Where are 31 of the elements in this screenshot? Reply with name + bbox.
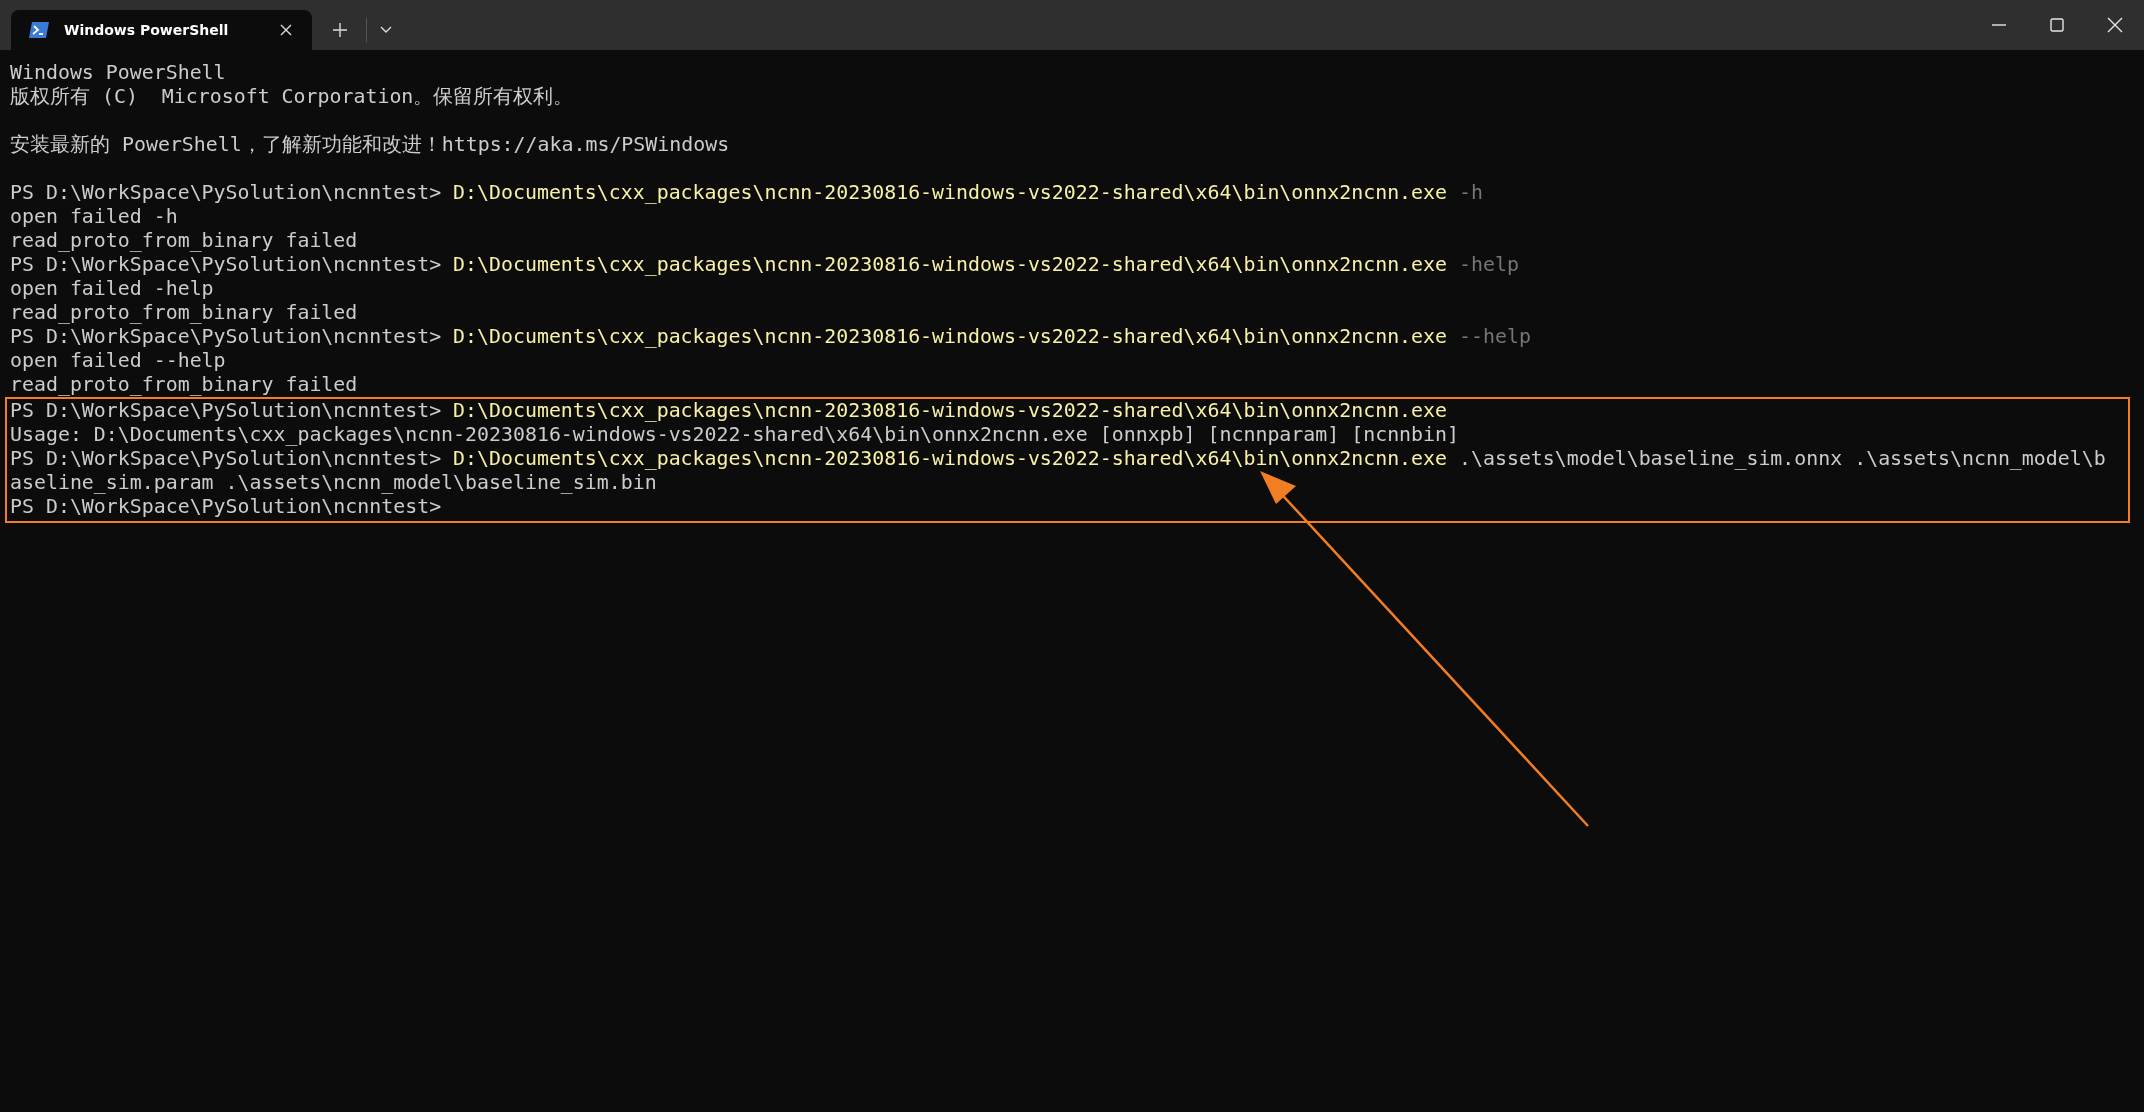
- parameter-text: -help: [1459, 253, 1519, 277]
- argument-text: .\assets\ncnn_model\b: [1854, 447, 2106, 471]
- output-text: open failed --help: [10, 349, 226, 373]
- output-text: read_proto_from_binary failed: [10, 373, 358, 397]
- tab-title: Windows PowerShell: [64, 22, 230, 38]
- command-text: D:\Documents\cxx_packages\ncnn-20230816-windows-vs2022-shared\x64\bin\onnx2ncnn.exe: [453, 399, 1448, 423]
- output-text: 版权所有 (C) Microsoft Corporation。保留所有权利。: [10, 85, 574, 109]
- command-text: D:\Documents\cxx_packages\ncnn-20230816-windows-vs2022-shared\x64\bin\onnx2ncnn.exe: [453, 447, 1448, 471]
- prompt-text: PS D:\WorkSpace\PySolution\ncnntest>: [10, 253, 442, 277]
- output-text: Windows PowerShell: [10, 61, 226, 85]
- command-text: D:\Documents\cxx_packages\ncnn-20230816-windows-vs2022-shared\x64\bin\onnx2ncnn.exe: [453, 253, 1448, 277]
- output-text: Usage: D:\Documents\cxx_packages\ncnn-20230816-windows-vs2022-shared\x64\bin\onnx2ncnn.exe [onnxpb] [ncnnparam] [ncnnbin]: [10, 423, 1459, 447]
- prompt-text: PS D:\WorkSpace\PySolution\ncnntest>: [10, 325, 442, 349]
- terminal-tab[interactable]: Windows PowerShell: [11, 10, 312, 50]
- argument-text: .\assets\ncnn_model\baseline_sim.bin: [225, 471, 657, 495]
- command-text: D:\Documents\cxx_packages\ncnn-20230816-windows-vs2022-shared\x64\bin\onnx2ncnn.exe: [453, 325, 1448, 349]
- argument-text: .\assets\model\baseline_sim.onnx: [1459, 447, 1843, 471]
- parameter-text: --help: [1459, 325, 1531, 349]
- prompt-text: PS D:\WorkSpace\PySolution\ncnntest>: [10, 181, 442, 205]
- argument-text: aseline_sim.param: [10, 471, 214, 495]
- output-text: read_proto_from_binary failed: [10, 229, 358, 253]
- parameter-text: -h: [1459, 181, 1483, 205]
- output-text: 安装最新的 PowerShell，了解新功能和改进！https://aka.ms/PSWindows: [10, 133, 730, 157]
- prompt-text: PS D:\WorkSpace\PySolution\ncnntest>: [10, 399, 442, 423]
- prompt-text: PS D:\WorkSpace\PySolution\ncnntest>: [10, 447, 442, 471]
- output-text: open failed -h: [10, 205, 178, 229]
- command-text: D:\Documents\cxx_packages\ncnn-20230816-windows-vs2022-shared\x64\bin\onnx2ncnn.exe: [453, 181, 1448, 205]
- output-text: open failed -help: [10, 277, 214, 301]
- output-text: read_proto_from_binary failed: [10, 301, 358, 325]
- powershell-icon: [28, 21, 50, 39]
- prompt-text: PS D:\WorkSpace\PySolution\ncnntest>: [10, 495, 442, 519]
